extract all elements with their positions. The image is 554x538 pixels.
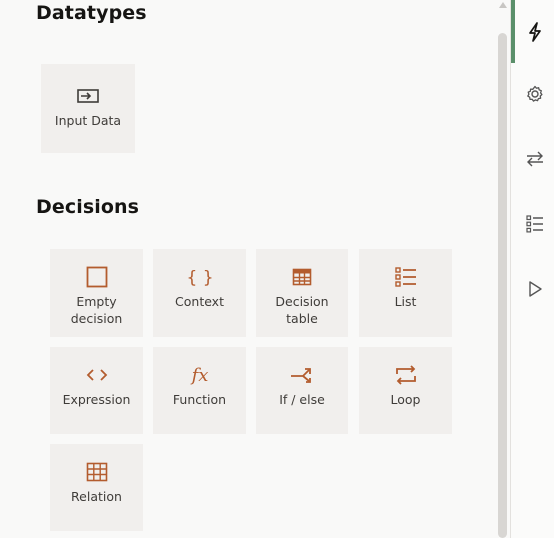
- context-braces-icon: { }: [188, 265, 212, 289]
- context-label: Context: [175, 294, 224, 309]
- lightning-icon[interactable]: [516, 15, 554, 49]
- checklist-icon[interactable]: [516, 207, 554, 241]
- decisions-section-title: Decisions: [36, 196, 140, 218]
- decision-table-label: Decision table: [275, 294, 329, 326]
- loop-tile[interactable]: Loop: [359, 347, 452, 434]
- function-tile[interactable]: fx Function: [153, 347, 246, 434]
- context-tile[interactable]: { } Context: [153, 249, 246, 337]
- loop-label: Loop: [390, 392, 421, 407]
- active-rail-indicator: [511, 0, 515, 63]
- expression-label: Expression: [62, 392, 131, 407]
- if-else-icon: [289, 363, 315, 387]
- settings-gear-icon[interactable]: [516, 77, 554, 111]
- expression-icon: [85, 363, 109, 387]
- relation-label: Relation: [71, 489, 122, 504]
- svg-text:fx: fx: [189, 365, 208, 386]
- list-tile[interactable]: List: [359, 249, 452, 337]
- play-icon[interactable]: [516, 272, 554, 306]
- input-data-label: Input Data: [54, 113, 122, 128]
- decision-table-icon: [292, 265, 312, 289]
- function-label: Function: [172, 392, 227, 407]
- if-else-label: If / else: [279, 392, 325, 407]
- empty-decision-tile[interactable]: Empty decision: [50, 249, 143, 337]
- list-icon: [394, 265, 418, 289]
- if-else-tile[interactable]: If / else: [256, 347, 348, 434]
- palette-panel: Datatypes Input Data Decisions Empty dec…: [0, 0, 496, 538]
- decision-table-tile[interactable]: Decision table: [256, 249, 348, 337]
- input-data-icon: [76, 84, 100, 108]
- relation-table-icon: [86, 460, 108, 484]
- empty-decision-label: Empty decision: [70, 294, 123, 326]
- datatypes-section-title: Datatypes: [36, 2, 147, 24]
- scroll-up-arrow-icon[interactable]: [499, 2, 507, 8]
- swap-arrows-icon[interactable]: [516, 142, 554, 176]
- empty-decision-icon: [86, 265, 108, 289]
- relation-tile[interactable]: Relation: [50, 444, 143, 531]
- loop-icon: [393, 363, 419, 387]
- svg-text:{ }: { }: [188, 268, 212, 288]
- list-label: List: [394, 294, 417, 309]
- scrollbar-thumb[interactable]: [498, 33, 507, 538]
- function-icon: fx: [187, 363, 213, 387]
- input-data-tile[interactable]: Input Data: [41, 64, 135, 153]
- expression-tile[interactable]: Expression: [50, 347, 143, 434]
